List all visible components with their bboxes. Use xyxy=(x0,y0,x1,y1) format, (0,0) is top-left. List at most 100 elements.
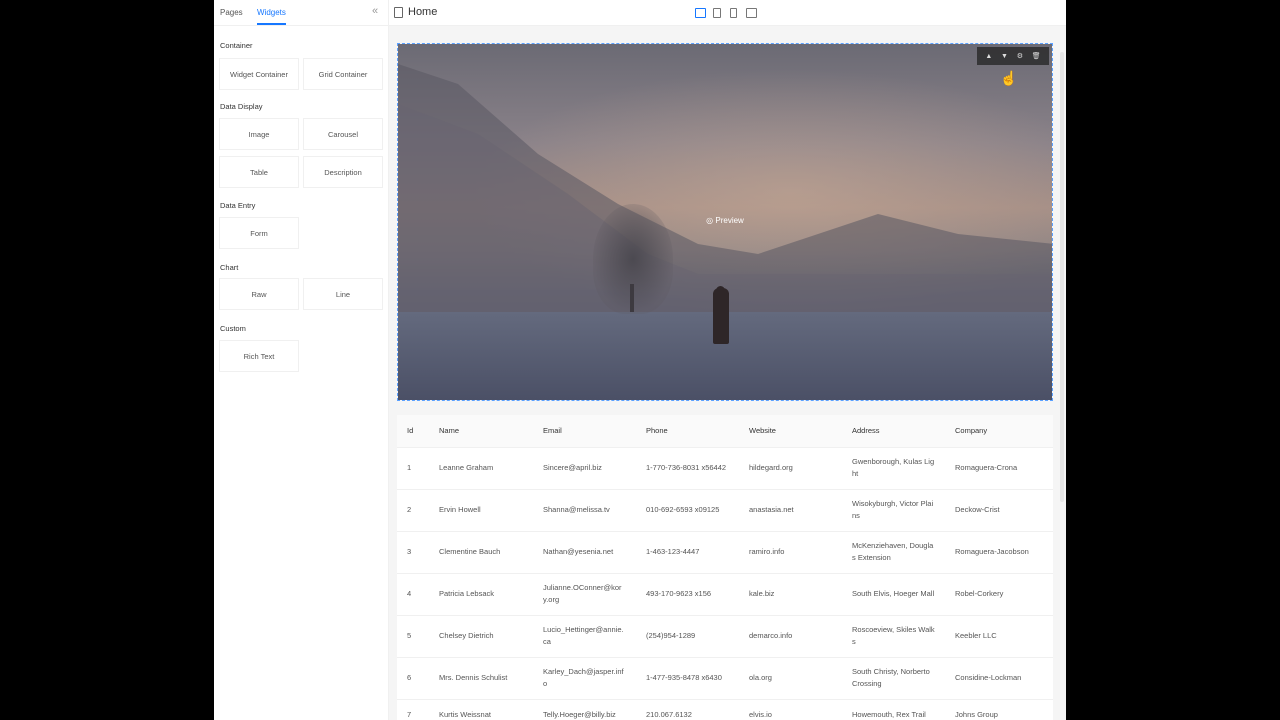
cell-id: 6 xyxy=(397,657,429,700)
cell-name: Chelsey Dietrich xyxy=(429,615,533,658)
sidebar-tabs: Pages Widgets « xyxy=(214,0,388,26)
cell-id: 2 xyxy=(397,489,429,532)
cell-id: 1 xyxy=(397,447,429,490)
page-title: Home xyxy=(408,6,438,18)
cell-phone: 493-170-9623 x156 xyxy=(636,573,739,616)
cell-company: Keebler LLC xyxy=(945,615,1053,658)
cell-phone: 1-770-736-8031 x56442 xyxy=(636,447,739,490)
image-widget[interactable]: ◎ Preview ▲ ▼ ⚙ 🗑 ☝ xyxy=(397,43,1053,401)
table-widget-button[interactable]: Table xyxy=(219,156,299,188)
table-row[interactable]: 1 Leanne Graham Sincere@april.biz 1-770-… xyxy=(397,447,1053,490)
table-row[interactable]: 3 Clementine Bauch Nathan@yesenia.net 1-… xyxy=(397,531,1053,574)
line-chart-button[interactable]: Line xyxy=(303,278,383,310)
cell-website: hildegard.org xyxy=(739,447,842,490)
editor-canvas: ◎ Preview ▲ ▼ ⚙ 🗑 ☝ Id Name Email Phone … xyxy=(389,26,1066,720)
canvas-scrollbar[interactable] xyxy=(1060,52,1064,502)
column-header-email[interactable]: Email xyxy=(533,415,636,448)
cell-email: Karley_Dach@jasper.info xyxy=(533,657,636,700)
preview-label[interactable]: ◎ Preview xyxy=(398,216,1052,225)
table-row[interactable]: 2 Ervin Howell Shanna@melissa.tv 010-692… xyxy=(397,489,1053,532)
cell-address: McKenziehaven, Douglas Extension xyxy=(842,531,945,574)
tab-pages[interactable]: Pages xyxy=(220,8,243,17)
page-icon xyxy=(394,7,403,18)
cell-phone: 010-692-6593 x09125 xyxy=(636,489,739,532)
person-silhouette xyxy=(713,288,729,344)
table-header-row: Id Name Email Phone Website Address Comp… xyxy=(397,415,1053,448)
cell-email: Lucio_Hettinger@annie.ca xyxy=(533,615,636,658)
widget-container-button[interactable]: Widget Container xyxy=(219,58,299,90)
widget-sidebar: Pages Widgets « Container Widget Contain… xyxy=(214,0,389,720)
move-down-icon[interactable]: ▼ xyxy=(1001,53,1008,60)
settings-icon[interactable]: ⚙ xyxy=(1017,52,1023,60)
table-row[interactable]: 5 Chelsey Dietrich Lucio_Hettinger@annie… xyxy=(397,615,1053,658)
cell-address: Roscoeview, Skiles Walks xyxy=(842,615,945,658)
cell-email: Sincere@april.biz xyxy=(533,447,636,490)
cell-phone: 210.067.6132 xyxy=(636,699,739,720)
cell-company: Considine-Lockman xyxy=(945,657,1053,700)
cell-website: ramiro.info xyxy=(739,531,842,574)
column-header-phone[interactable]: Phone xyxy=(636,415,739,448)
column-header-name[interactable]: Name xyxy=(429,415,533,448)
column-header-address[interactable]: Address xyxy=(842,415,945,448)
cell-address: South Christy, Norberto Crossing xyxy=(842,657,945,700)
cell-name: Mrs. Dennis Schulist xyxy=(429,657,533,700)
table-row[interactable]: 7 Kurtis Weissnat Telly.Hoeger@billy.biz… xyxy=(397,699,1053,720)
description-widget-button[interactable]: Description xyxy=(303,156,383,188)
column-header-company[interactable]: Company xyxy=(945,415,1053,448)
rich-text-widget-button[interactable]: Rich Text xyxy=(219,340,299,372)
data-table: Id Name Email Phone Website Address Comp… xyxy=(397,415,1053,720)
cell-company: Robel-Corkery xyxy=(945,573,1053,616)
editor-toolbar: Home ▣ ⤓ ⇥ xyxy=(389,0,1066,26)
desktop-icon[interactable] xyxy=(695,8,706,18)
hand-cursor-icon: ☝ xyxy=(1000,70,1018,86)
tab-widgets[interactable]: Widgets xyxy=(257,8,286,25)
grid-container-button[interactable]: Grid Container xyxy=(303,58,383,90)
cell-company: Romaguera-Jacobson xyxy=(945,531,1053,574)
form-widget-button[interactable]: Form xyxy=(219,217,299,249)
cell-name: Patricia Lebsack xyxy=(429,573,533,616)
cell-address: Wisokyburgh, Victor Plains xyxy=(842,489,945,532)
cell-phone: (254)954-1289 xyxy=(636,615,739,658)
column-header-id[interactable]: Id xyxy=(397,415,429,448)
table-row[interactable]: 6 Mrs. Dennis Schulist Karley_Dach@jaspe… xyxy=(397,657,1053,700)
move-up-icon[interactable]: ▲ xyxy=(985,53,992,60)
cell-id: 7 xyxy=(397,699,429,720)
cell-company: Johns Group xyxy=(945,699,1053,720)
group-title-custom: Custom xyxy=(220,324,246,333)
cell-email: Telly.Hoeger@billy.biz xyxy=(533,699,636,720)
cell-address: South Elvis, Hoeger Mall xyxy=(842,573,945,616)
cell-id: 5 xyxy=(397,615,429,658)
cell-website: anastasia.net xyxy=(739,489,842,532)
carousel-widget-button[interactable]: Carousel xyxy=(303,118,383,150)
cell-email: Shanna@melissa.tv xyxy=(533,489,636,532)
column-header-website[interactable]: Website xyxy=(739,415,842,448)
cell-website: kale.biz xyxy=(739,573,842,616)
widget-toolbar: ▲ ▼ ⚙ 🗑 xyxy=(977,47,1049,65)
double-chevron-left-icon[interactable]: « xyxy=(372,5,378,17)
table-row[interactable]: 4 Patricia Lebsack Julianne.OConner@kory… xyxy=(397,573,1053,616)
cell-id: 3 xyxy=(397,531,429,574)
tree-trunk xyxy=(630,284,634,312)
cell-address: Gwenborough, Kulas Light xyxy=(842,447,945,490)
cell-website: elvis.io xyxy=(739,699,842,720)
cell-id: 4 xyxy=(397,573,429,616)
app-window: Pages Widgets « Container Widget Contain… xyxy=(214,0,1066,720)
group-title-chart: Chart xyxy=(220,263,239,272)
cell-email: Nathan@yesenia.net xyxy=(533,531,636,574)
group-title-data-entry: Data Entry xyxy=(220,201,256,210)
cell-address: Howemouth, Rex Trail xyxy=(842,699,945,720)
raw-chart-button[interactable]: Raw xyxy=(219,278,299,310)
cell-name: Kurtis Weissnat xyxy=(429,699,533,720)
mountain-silhouette xyxy=(398,64,1052,324)
delete-icon[interactable]: 🗑 xyxy=(1032,52,1041,60)
cell-name: Clementine Bauch xyxy=(429,531,533,574)
cell-email: Julianne.OConner@kory.org xyxy=(533,573,636,616)
table-widget[interactable]: Id Name Email Phone Website Address Comp… xyxy=(397,415,1053,720)
mobile-icon[interactable] xyxy=(730,8,737,18)
desktop-tablet-icon[interactable] xyxy=(746,8,757,18)
tablet-icon[interactable] xyxy=(713,8,721,18)
cell-website: demarco.info xyxy=(739,615,842,658)
image-widget-button[interactable]: Image xyxy=(219,118,299,150)
eye-icon: ◎ xyxy=(706,216,716,225)
cell-phone: 1-463-123-4447 xyxy=(636,531,739,574)
